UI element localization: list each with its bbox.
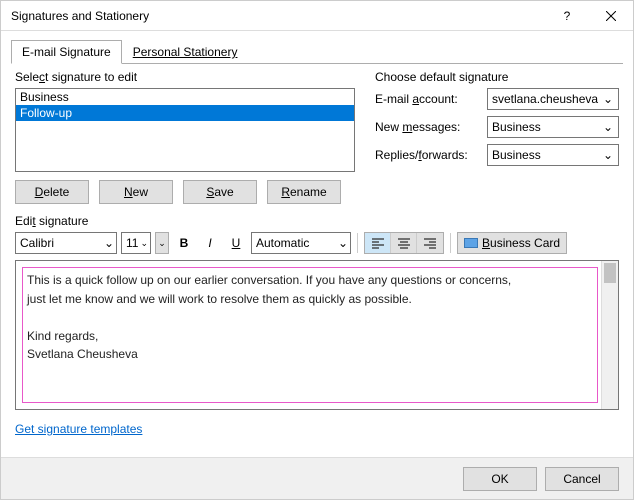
close-button[interactable]: [589, 1, 633, 30]
align-left-icon: [371, 237, 385, 249]
window-title: Signatures and Stationery: [11, 9, 149, 23]
align-center-icon: [397, 237, 411, 249]
editor-scrollbar[interactable]: [601, 261, 618, 409]
dialog-footer: OK Cancel: [1, 457, 633, 499]
font-size-combo[interactable]: 11 ⌄: [121, 232, 151, 254]
chevron-down-icon: ⌄: [600, 120, 616, 134]
signature-buttons: Delete New Save Rename: [15, 180, 355, 204]
new-messages-combo[interactable]: Business ⌄: [487, 116, 619, 138]
delete-button[interactable]: Delete: [15, 180, 89, 204]
default-signature-label: Choose default signature: [375, 70, 619, 84]
chevron-down-icon: ⌄: [600, 148, 616, 162]
signature-list[interactable]: Business Follow-up: [15, 88, 355, 172]
editor-toolbar: Calibri ⌄ 11 ⌄ ⌄ B I U Automatic ⌄: [15, 232, 619, 254]
align-group: [364, 232, 444, 254]
font-color-combo[interactable]: Automatic ⌄: [251, 232, 351, 254]
font-size-dropdown[interactable]: ⌄: [155, 232, 169, 254]
signatures-dialog: Signatures and Stationery ? E-mail Signa…: [0, 0, 634, 500]
tab-email-signature[interactable]: E-mail Signature: [11, 40, 122, 64]
scrollbar-thumb[interactable]: [604, 263, 616, 283]
align-center-button[interactable]: [391, 233, 417, 253]
editor-content[interactable]: This is a quick follow up on our earlier…: [27, 270, 593, 363]
edit-signature-group: Edit signature Calibri ⌄ 11 ⌄ ⌄ B I U Au…: [15, 214, 619, 410]
select-signature-label: Select signature to edit: [15, 70, 355, 84]
signature-editor[interactable]: This is a quick follow up on our earlier…: [15, 260, 619, 410]
email-account-combo[interactable]: svetlana.cheusheva ⌄: [487, 88, 619, 110]
chevron-down-icon: ⌄: [600, 92, 616, 106]
separator: [357, 233, 358, 253]
window-controls: ?: [545, 1, 633, 30]
bold-button[interactable]: B: [173, 232, 195, 254]
cancel-button[interactable]: Cancel: [545, 467, 619, 491]
replies-forwards-label: Replies/forwards:: [375, 148, 481, 162]
replies-forwards-combo[interactable]: Business ⌄: [487, 144, 619, 166]
select-signature-group: Select signature to edit Business Follow…: [15, 70, 355, 204]
business-card-button[interactable]: Business Card: [457, 232, 567, 254]
align-right-button[interactable]: [417, 233, 443, 253]
italic-button[interactable]: I: [199, 232, 221, 254]
underline-button[interactable]: U: [225, 232, 247, 254]
email-account-label: E-mail account:: [375, 92, 481, 106]
rename-button[interactable]: Rename: [267, 180, 341, 204]
list-item[interactable]: Business: [16, 89, 354, 105]
save-button[interactable]: Save: [183, 180, 257, 204]
list-item[interactable]: Follow-up: [16, 105, 354, 121]
edit-signature-label: Edit signature: [15, 214, 619, 228]
tab-personal-stationery[interactable]: Personal Stationery: [122, 40, 249, 64]
separator: [450, 233, 451, 253]
tab-bar: E-mail Signature Personal Stationery: [11, 39, 623, 64]
align-right-icon: [423, 237, 437, 249]
editor-selection-box: This is a quick follow up on our earlier…: [22, 267, 598, 403]
new-messages-label: New messages:: [375, 120, 481, 134]
chevron-down-icon: ⌄: [140, 238, 148, 249]
titlebar: Signatures and Stationery ?: [1, 1, 633, 31]
chevron-down-icon: ⌄: [338, 236, 348, 250]
ok-button[interactable]: OK: [463, 467, 537, 491]
chevron-down-icon: ⌄: [104, 236, 114, 250]
get-templates-link[interactable]: Get signature templates: [15, 422, 142, 436]
new-button[interactable]: New: [99, 180, 173, 204]
font-combo[interactable]: Calibri ⌄: [15, 232, 117, 254]
help-button[interactable]: ?: [545, 1, 589, 30]
align-left-button[interactable]: [365, 233, 391, 253]
business-card-icon: [464, 238, 478, 248]
default-signature-group: Choose default signature E-mail account:…: [375, 70, 619, 204]
close-icon: [606, 11, 616, 21]
